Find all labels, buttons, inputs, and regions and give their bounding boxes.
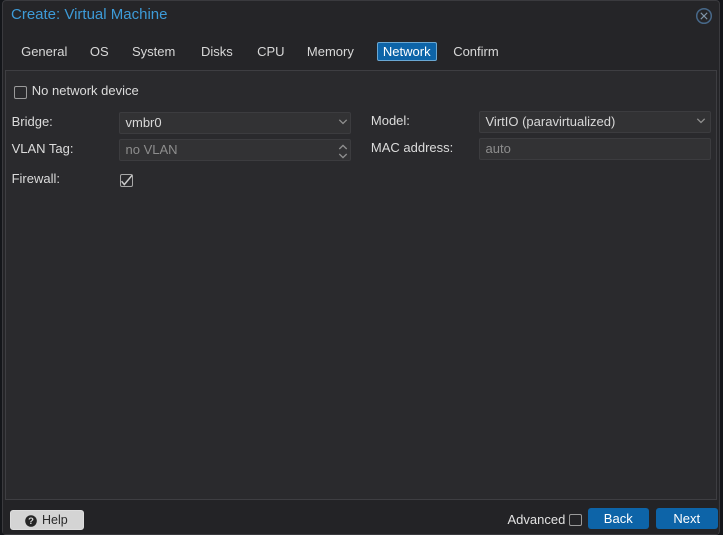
svg-text:?: ? <box>28 516 34 527</box>
